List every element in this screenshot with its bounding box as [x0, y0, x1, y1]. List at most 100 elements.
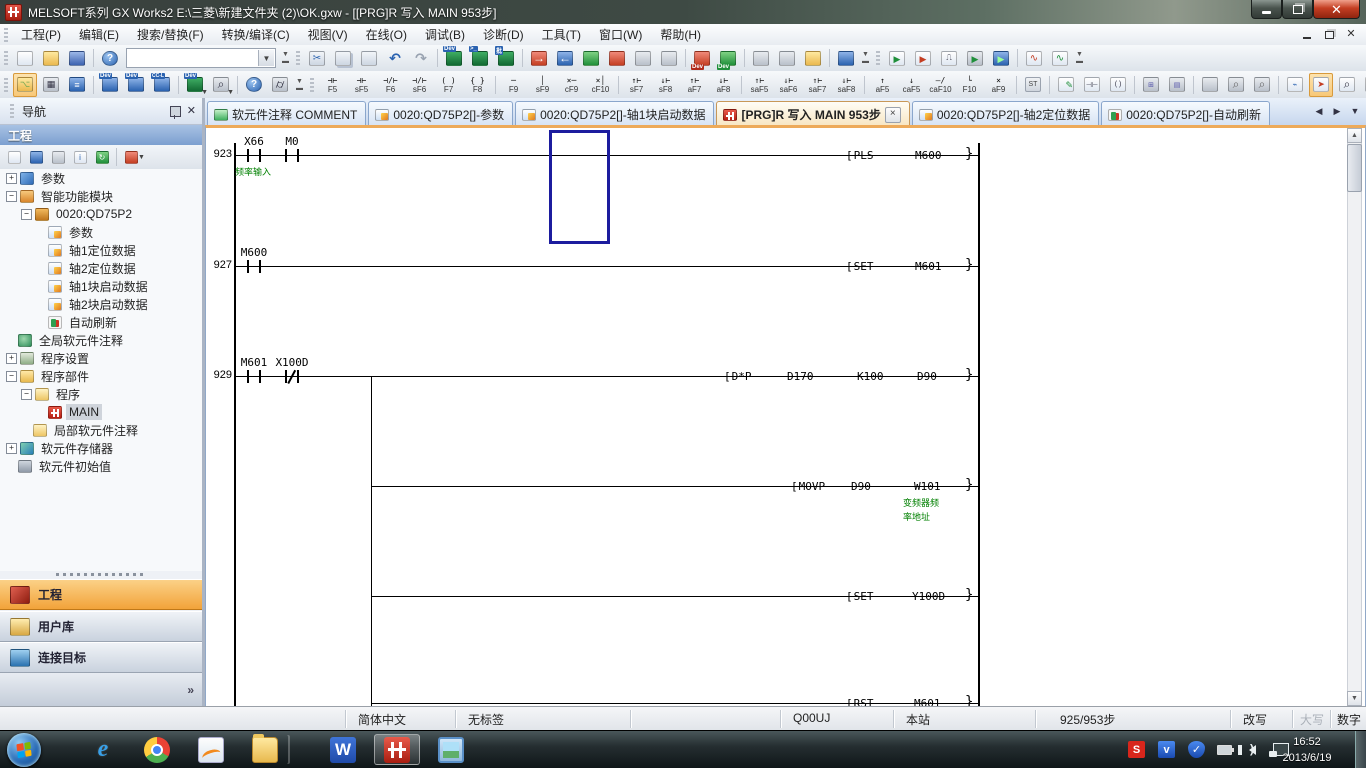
- tab-close-button[interactable]: ×: [884, 106, 901, 123]
- find-next-button[interactable]: ⌕: [1250, 73, 1274, 97]
- tray-volume-icon[interactable]: [1238, 741, 1261, 758]
- ladder-symbol-F10-button[interactable]: └ F10: [955, 72, 984, 98]
- inline-st-button[interactable]: ST: [1021, 73, 1045, 97]
- menu-item-11[interactable]: 帮助(H): [651, 24, 710, 45]
- expand-icon[interactable]: +: [6, 352, 17, 364]
- document-tab-5[interactable]: [PRG]R 写入 MAIN 953步 ×: [716, 101, 910, 125]
- nav-sort-button[interactable]: ▼: [120, 146, 150, 168]
- nav-copy-button[interactable]: [25, 146, 47, 168]
- taskbar-explorer-button[interactable]: [242, 733, 288, 765]
- tree-item-智能功能模块[interactable]: − 智能功能模块: [0, 187, 202, 205]
- tray-shield-icon[interactable]: ✓: [1188, 741, 1205, 758]
- device-combobox[interactable]: ▼: [126, 48, 276, 68]
- find-doc-button[interactable]: ⌕: [1224, 73, 1248, 97]
- ladder-symbol-saF8-button[interactable]: ⇓⊢ saF8: [832, 72, 861, 98]
- module-config-button[interactable]: ▦: [39, 73, 63, 97]
- scroll-down-button[interactable]: ▼: [1347, 691, 1362, 706]
- scroll-up-button[interactable]: ▲: [1347, 128, 1362, 143]
- undo-button[interactable]: ↶: [383, 46, 407, 70]
- ladder-symbol-saF5-button[interactable]: ⇑⊢ saF5: [745, 72, 774, 98]
- ladder-symbol-F9-button[interactable]: ─ F9: [499, 72, 528, 98]
- trace-screen-button[interactable]: ▶: [989, 46, 1013, 70]
- collapse-icon[interactable]: −: [6, 190, 17, 202]
- edit-coil-button[interactable]: ( ): [1106, 73, 1130, 97]
- ladder-symbol-F5-button[interactable]: ⊣⊢ F5: [318, 72, 347, 98]
- device-test-button[interactable]: >_: [468, 46, 492, 70]
- collapse-icon[interactable]: −: [21, 208, 32, 220]
- graph-red-button[interactable]: ∿: [1022, 46, 1046, 70]
- tray-s-icon[interactable]: S: [1128, 741, 1145, 758]
- monitor-pause-button[interactable]: [631, 46, 655, 70]
- device-table-button[interactable]: Dev: [124, 72, 148, 97]
- tab-list-button[interactable]: ▼: [1347, 102, 1363, 120]
- ladder-symbol-sF8-button[interactable]: ↓⊢ sF8: [651, 72, 680, 98]
- document-tab-6[interactable]: 0020:QD75P2[]-轴2定位数据: [911, 101, 1100, 125]
- graph-green-button[interactable]: ∿: [1048, 46, 1072, 70]
- toolbar-grip[interactable]: [4, 51, 8, 65]
- write-to-plc-button[interactable]: →: [527, 46, 551, 70]
- panel-grip[interactable]: [10, 104, 14, 118]
- toolbar-grip[interactable]: [876, 51, 880, 65]
- ladder-symbol-sF6-button[interactable]: ⊣/⊢ sF6: [405, 72, 434, 98]
- edit-contact-button[interactable]: ⊣⊢: [1080, 73, 1104, 97]
- note-button[interactable]: [775, 46, 799, 70]
- document-tab-3[interactable]: 0020:QD75P2[]-参数: [368, 101, 514, 125]
- ladder-symbol-aF8-button[interactable]: ↓⊢ aF8: [709, 72, 738, 98]
- trace-pulse-button[interactable]: ⎍: [937, 46, 961, 70]
- wiring-trace-button[interactable]: ⌁: [1283, 73, 1307, 97]
- toolbar-overflow-button[interactable]: ▼ ▬: [293, 75, 306, 95]
- panel-splitter[interactable]: [0, 571, 202, 578]
- menu-item-2[interactable]: 编辑(E): [70, 24, 128, 45]
- new-project-button[interactable]: [13, 46, 37, 70]
- toolbar-overflow-button[interactable]: ▼ ▬: [859, 48, 872, 68]
- ladder-symbol-cF10-button[interactable]: ×│ cF10: [586, 72, 615, 98]
- monitor-write-button[interactable]: ⌕: [1361, 73, 1366, 97]
- tray-battery-icon[interactable]: [1216, 741, 1234, 758]
- save-project-button[interactable]: [65, 46, 89, 70]
- toolbar-grip[interactable]: [4, 77, 8, 92]
- menu-item-8[interactable]: 诊断(D): [474, 24, 533, 45]
- toolbar-overflow-button[interactable]: ▼ ▬: [1073, 48, 1086, 68]
- toolbar-overflow-button[interactable]: ▼ ▬: [279, 48, 292, 68]
- menu-item-6[interactable]: 在线(O): [357, 24, 416, 45]
- nav-info-button[interactable]: i: [69, 146, 91, 168]
- monitor-screen-button[interactable]: [834, 46, 858, 70]
- tree-item-全局软元件注释[interactable]: 全局软元件注释: [0, 331, 202, 349]
- list-view-button[interactable]: ≡: [65, 73, 89, 97]
- ladder-symbol-aF5-button[interactable]: ↑ aF5: [868, 72, 897, 98]
- collapse-icon[interactable]: −: [21, 388, 32, 400]
- pin-icon[interactable]: [169, 105, 181, 119]
- redo-button[interactable]: ↷: [409, 46, 433, 70]
- monitor-stop-button[interactable]: [605, 46, 629, 70]
- trace-setting-button[interactable]: ▶: [911, 46, 935, 70]
- mdi-restore-button[interactable]: [1322, 27, 1336, 39]
- start-button[interactable]: [7, 733, 41, 767]
- monitor-start-button[interactable]: [579, 46, 603, 70]
- zoom-button[interactable]: ⌕ ▼: [209, 73, 234, 97]
- taskbar-clock[interactable]: 16:52 2013/6/19: [1272, 734, 1342, 766]
- menu-item-3[interactable]: 搜索/替换(F): [128, 24, 213, 45]
- nav-paste-button[interactable]: [47, 146, 69, 168]
- menu-item-4[interactable]: 转换/编译(C): [213, 24, 299, 45]
- taskbar-wps-button[interactable]: W: [320, 734, 366, 765]
- nav-refresh-button[interactable]: ↻: [91, 146, 113, 168]
- tree-item-轴2块启动数据[interactable]: 轴2块启动数据: [0, 295, 202, 313]
- tree-item-轴2定位数据[interactable]: 轴2定位数据: [0, 259, 202, 277]
- document-tab-2[interactable]: 软元件注释 COMMENT: [207, 101, 367, 125]
- tab-scroll-right-button[interactable]: ▶: [1329, 102, 1345, 120]
- device-cclink-button[interactable]: CC-L: [150, 72, 174, 97]
- cut-button[interactable]: ✂: [305, 46, 329, 70]
- combobox-dropdown-icon[interactable]: ▼: [258, 50, 274, 66]
- ladder-symbol-caF5-button[interactable]: ↓ caF5: [897, 72, 926, 98]
- tree-item-参数[interactable]: + 参数: [0, 169, 202, 187]
- toolbar-grip[interactable]: [310, 77, 314, 92]
- ladder-symbol-saF7-button[interactable]: ⇑⊢ saF7: [803, 72, 832, 98]
- help-lamp-button[interactable]: ?: [242, 73, 266, 97]
- taskbar-utility-button[interactable]: [188, 734, 234, 765]
- view-bar-more[interactable]: »: [0, 673, 202, 706]
- panel-close-icon[interactable]: ✕: [187, 106, 196, 117]
- ladder-symbol-F6-button[interactable]: ⊣/⊢ F6: [376, 72, 405, 98]
- ladder-symbol-cF9-button[interactable]: ×─ cF9: [557, 72, 586, 98]
- tree-item-局部软元件注释[interactable]: 局部软元件注释: [0, 421, 202, 439]
- nav-new-button[interactable]: [3, 146, 25, 168]
